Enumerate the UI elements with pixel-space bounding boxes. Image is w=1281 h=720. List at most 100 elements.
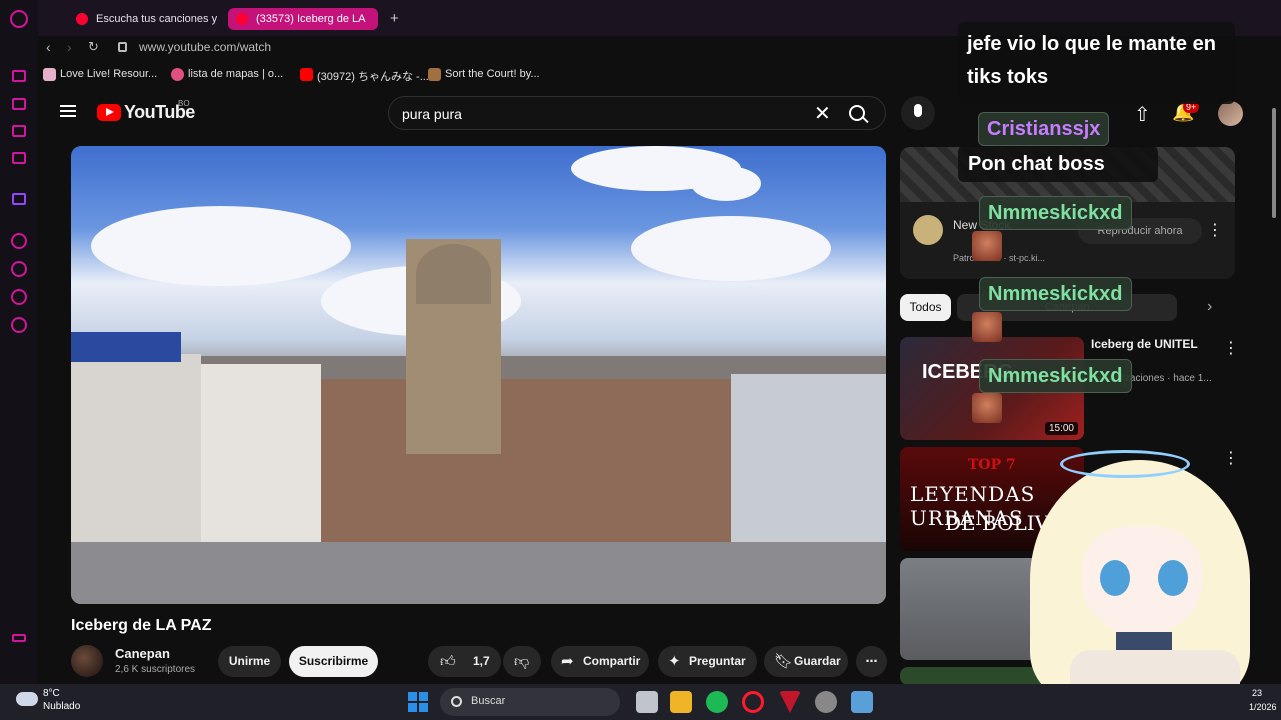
subscribe-button[interactable]: Suscribirme: [289, 646, 378, 677]
opera-logo-icon[interactable]: [10, 10, 28, 28]
video-player[interactable]: [71, 146, 886, 604]
player-icon[interactable]: [11, 233, 27, 249]
opera-gx-icon[interactable]: [742, 691, 764, 713]
sidebar-more-icon[interactable]: [12, 634, 26, 642]
bookmark-item[interactable]: (30972) ちゃんみな -...: [300, 68, 429, 84]
workspace-icon[interactable]: [12, 98, 26, 110]
search-icon[interactable]: [849, 105, 865, 121]
reload-icon[interactable]: ↻: [88, 39, 99, 55]
history-icon[interactable]: [11, 261, 27, 277]
chat-username: Nmmeskickxd: [979, 277, 1132, 311]
back-icon[interactable]: ‹: [46, 39, 51, 55]
lock-icon: [118, 42, 127, 52]
clock-date[interactable]: 1/2026: [1249, 702, 1277, 712]
chat-emote: [972, 312, 1002, 342]
windows-start-icon[interactable]: [408, 692, 428, 712]
country-code: BO: [178, 99, 190, 108]
cloud-icon[interactable]: [16, 692, 38, 706]
channel-avatar[interactable]: [71, 645, 103, 677]
bookmark-favicon-icon: [43, 68, 56, 81]
thumbs-up-icon: 👍︎: [440, 653, 456, 670]
chip-next-icon[interactable]: ›: [1207, 298, 1212, 316]
avatar-eye: [1100, 560, 1130, 596]
share-icon: ➦: [561, 653, 574, 670]
recommendation-title[interactable]: Iceberg de UNITEL: [1091, 337, 1198, 351]
messenger-icon[interactable]: [12, 125, 26, 137]
chat-username: Nmmeskickxd: [979, 196, 1132, 230]
new-tab-button[interactable]: +: [390, 10, 399, 27]
voice-search-button[interactable]: [901, 96, 935, 130]
opera-sidebar: [0, 0, 38, 684]
spotify-icon[interactable]: [706, 691, 728, 713]
share-label: Compartir: [583, 654, 641, 668]
recommendation-kebab-icon[interactable]: ⋮: [1223, 338, 1239, 358]
building: [731, 374, 886, 544]
bookmark-label: lista de mapas | o...: [188, 68, 284, 80]
bookmark-item[interactable]: lista de mapas | o...: [171, 68, 284, 81]
bookmark-label: Love Live! Resour...: [60, 68, 158, 80]
bookmark-favicon-icon: [171, 68, 184, 81]
cloud-shape: [91, 206, 351, 286]
chat-message: jefe vio lo que le mante en tiks toks: [958, 22, 1235, 104]
avatar[interactable]: [1218, 101, 1243, 126]
building: [71, 354, 201, 544]
tab-label: Escucha tus canciones y a: [96, 13, 218, 25]
ad-kebab-icon[interactable]: ⋮: [1207, 220, 1223, 240]
upload-icon[interactable]: ⇧: [1134, 102, 1151, 127]
tab-iceberg-active[interactable]: (33573) Iceberg de LA: [228, 8, 378, 30]
tab-label: (33573) Iceberg de LA: [256, 13, 366, 25]
tab-music[interactable]: Escucha tus canciones y a: [68, 8, 218, 30]
weather-description[interactable]: Nublado: [43, 701, 80, 712]
url-field[interactable]: www.youtube.com/watch: [139, 40, 271, 54]
subscriber-count: 2,6 K suscriptores: [115, 664, 196, 675]
billboard: [71, 332, 181, 362]
menu-icon[interactable]: [60, 105, 76, 117]
like-button[interactable]: 👍︎ 1,7 K: [428, 646, 501, 699]
file-explorer-icon[interactable]: [670, 691, 692, 713]
youtube-logo-icon[interactable]: [97, 104, 121, 121]
church-facade: [321, 379, 751, 544]
search-input[interactable]: pura pura ✕: [388, 96, 886, 130]
chat-username: Cristianssjx: [978, 112, 1110, 146]
dislike-button[interactable]: 👎︎: [503, 646, 541, 677]
vtuber-avatar: [1030, 440, 1270, 710]
channel-name[interactable]: Canepan: [115, 646, 170, 661]
thumbs-down-icon: 👎︎: [514, 653, 530, 670]
building: [201, 364, 321, 544]
bookmark-label: Sort the Court! by...: [445, 68, 540, 80]
task-view-icon[interactable]: [636, 691, 658, 713]
photos-icon[interactable]: [851, 691, 873, 713]
valorant-icon[interactable]: [779, 691, 801, 713]
clock-time[interactable]: 23: [1252, 688, 1262, 698]
clear-search-icon[interactable]: ✕: [814, 101, 831, 126]
extensions-icon[interactable]: [11, 289, 27, 305]
cloud-shape: [631, 216, 831, 281]
bookmark-item[interactable]: Sort the Court! by...: [428, 68, 540, 81]
avatar-eye: [1158, 560, 1188, 596]
bookmark-favicon-icon: [428, 68, 441, 81]
save-label: Guardar: [794, 654, 841, 668]
aria-icon[interactable]: [12, 70, 26, 82]
ask-button[interactable]: ✦ Preguntar: [658, 646, 757, 677]
sparkle-icon: ✦: [668, 653, 681, 670]
settings-gear-icon[interactable]: [11, 317, 27, 333]
thumbnail-text: TOP 7: [968, 457, 1016, 473]
join-button[interactable]: Unirme: [218, 646, 281, 677]
windows-taskbar: 8°C Nublado Buscar 23 1/2026: [0, 684, 1281, 720]
chip-all[interactable]: Todos: [900, 294, 951, 321]
youtube-music-icon: [76, 13, 88, 25]
scrollbar-thumb[interactable]: [1272, 108, 1276, 218]
more-actions-button[interactable]: ⋯: [856, 646, 887, 677]
chat-emote: [972, 231, 1002, 261]
forward-icon[interactable]: ›: [67, 39, 72, 55]
bookmark-item[interactable]: Love Live! Resour...: [43, 68, 158, 81]
weather-temperature[interactable]: 8°C: [43, 688, 60, 699]
share-button[interactable]: ➦ Compartir: [551, 646, 649, 677]
taskbar-search[interactable]: Buscar: [440, 688, 620, 716]
search-value: pura pura: [402, 106, 462, 122]
twitch-icon[interactable]: [12, 193, 26, 205]
notes-icon[interactable]: [12, 152, 26, 164]
plaza: [71, 542, 886, 604]
save-button[interactable]: 🔖︎ Guardar: [764, 646, 848, 677]
obs-icon[interactable]: [815, 691, 837, 713]
